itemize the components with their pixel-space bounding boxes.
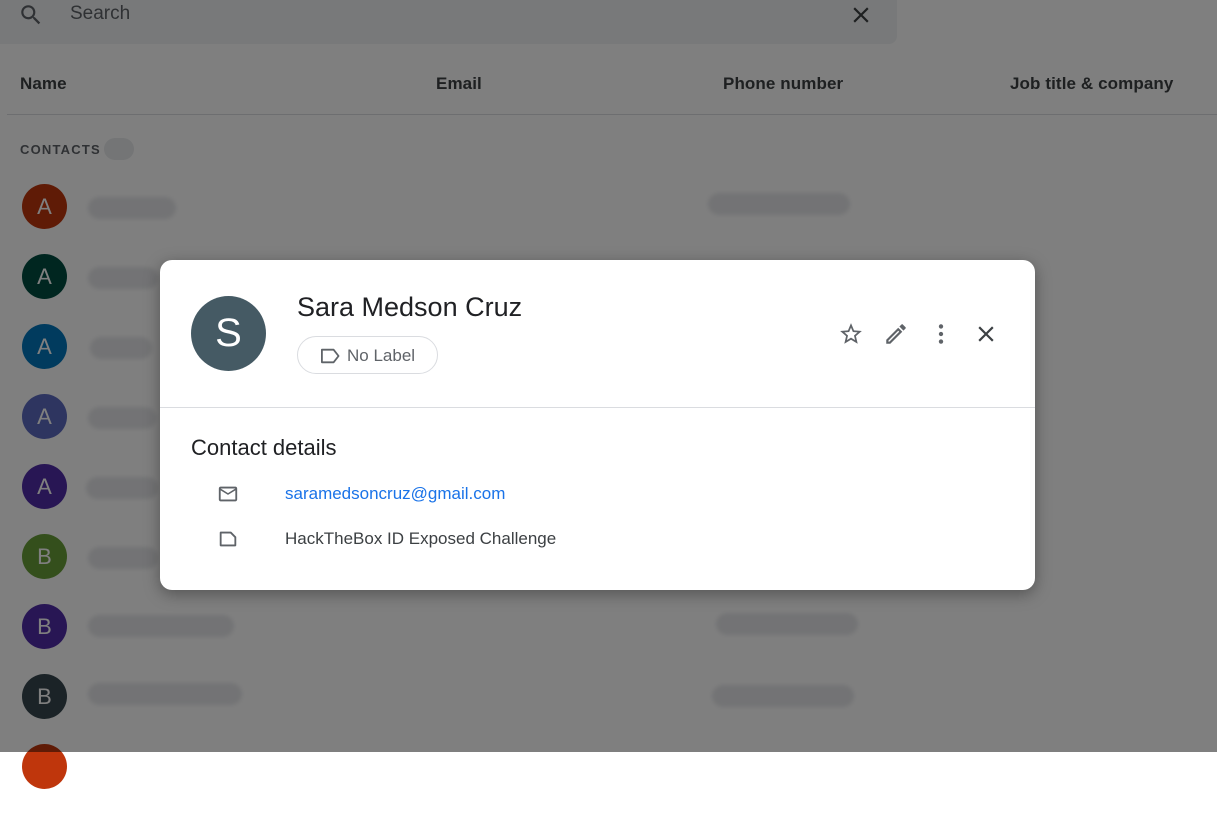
pencil-icon[interactable] [883,321,909,347]
contact-note: HackTheBox ID Exposed Challenge [285,529,557,548]
label-chip[interactable]: No Label [297,336,438,374]
contact-name: Sara Medson Cruz [297,292,523,322]
contact-row[interactable] [0,744,1217,836]
contact-avatar-large: S [191,296,266,371]
note-icon [219,531,237,547]
contact-dialog: S Sara Medson Cruz No Label Contact deta… [160,260,1035,590]
more-vert-icon[interactable] [928,321,954,347]
contact-email-link[interactable]: saramedsoncruz@gmail.com [285,484,505,504]
label-chip-text: No Label [347,346,416,365]
mail-icon [218,486,238,502]
contact-details-heading: Contact details [191,435,337,460]
dialog-divider [160,407,1035,408]
star-icon[interactable] [838,321,864,347]
close-icon[interactable] [973,321,999,347]
label-icon [321,348,340,364]
